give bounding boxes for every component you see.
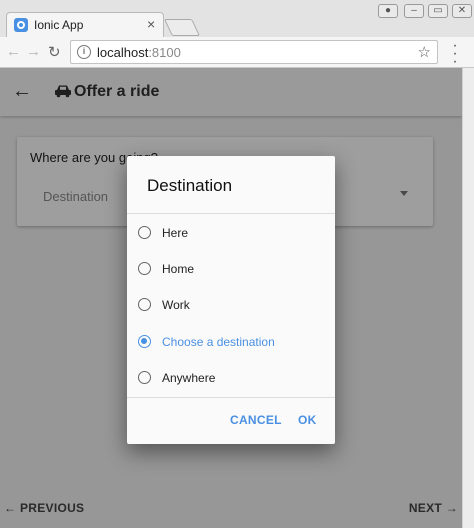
tab-close-icon[interactable]: × [147, 16, 155, 32]
site-info-icon[interactable]: i [77, 45, 91, 59]
window-close-button[interactable]: ✕ [452, 4, 472, 18]
back-nav-icon[interactable]: ← [6, 43, 21, 60]
option-home[interactable]: Home [127, 252, 335, 288]
radio-checked-icon[interactable] [138, 335, 151, 348]
browser-toolbar: ← → ↻ i localhost:8100 ☆ · · · [0, 37, 474, 70]
tab-title: Ionic App [34, 18, 84, 32]
option-label: Choose a destination [162, 335, 275, 349]
option-label: Work [162, 298, 190, 312]
scrollbar[interactable] [462, 68, 474, 528]
radio-icon[interactable] [138, 262, 151, 275]
browser-menu-icon[interactable]: · · · [450, 38, 460, 70]
browser-tabstrip: Ionic App × ● – ▭ ✕ [0, 0, 474, 37]
dialog-divider-bottom [127, 397, 335, 398]
url-text: localhost:8100 [97, 45, 181, 60]
destination-dialog: Destination Here Home Work Choose a dest… [127, 156, 335, 444]
radio-icon[interactable] [138, 371, 151, 384]
address-bar[interactable]: i localhost:8100 ☆ [70, 40, 438, 64]
option-label: Here [162, 226, 189, 240]
window-profile-button[interactable]: ● [378, 4, 398, 18]
ionic-favicon-icon [14, 18, 28, 32]
forward-nav-icon[interactable]: → [26, 43, 41, 60]
window-maximize-button[interactable]: ▭ [428, 4, 448, 18]
browser-tab[interactable]: Ionic App × [6, 12, 164, 37]
option-label: Anywhere [162, 371, 216, 385]
radio-icon[interactable] [138, 226, 151, 239]
option-anywhere[interactable]: Anywhere [127, 361, 335, 397]
dialog-title: Destination [147, 176, 233, 195]
ok-button[interactable]: OK [298, 413, 317, 427]
option-label: Home [162, 262, 195, 276]
option-here[interactable]: Here [127, 216, 335, 252]
new-tab-button[interactable] [164, 19, 200, 36]
radio-icon[interactable] [138, 298, 151, 311]
reload-icon[interactable]: ↻ [48, 43, 61, 61]
dialog-divider-top [127, 213, 335, 214]
bookmark-star-icon[interactable]: ☆ [418, 43, 431, 61]
option-work[interactable]: Work [127, 288, 335, 324]
cancel-button[interactable]: CANCEL [230, 413, 282, 427]
option-choose-a-destination[interactable]: Choose a destination [127, 325, 335, 361]
window-minimize-button[interactable]: – [404, 4, 424, 18]
